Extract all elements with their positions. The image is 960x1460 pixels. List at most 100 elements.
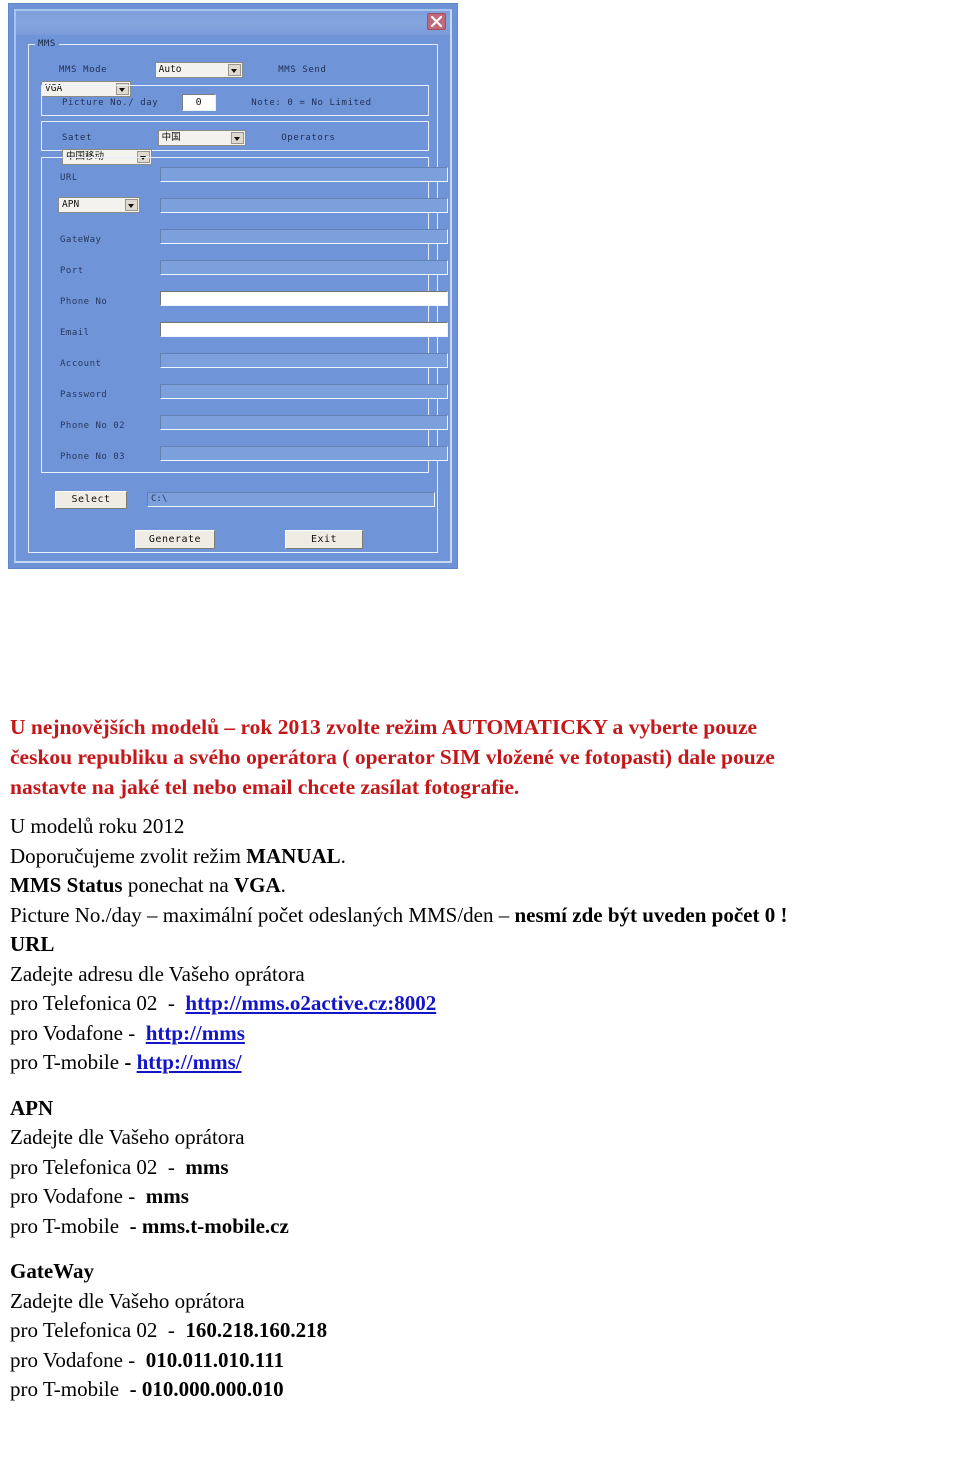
intro-line-1: U nejnovějších modelů – rok 2013 zvolte … [10,715,758,739]
phone-no-03-input[interactable] [160,446,448,461]
picture-no-label: Picture No./ day [62,97,159,108]
spacer-url-apn [10,1078,950,1094]
url-operator-tmobile: pro T-mobile [10,1050,120,1074]
apn-row-tmobile: pro T-mobile - mms.t-mobile.cz [10,1212,950,1242]
url-link-vodafone[interactable]: http://mms [146,1021,245,1045]
satet-value: 中国 [161,131,181,143]
chevron-down-icon[interactable] [227,63,241,76]
url-section-subtitle: Zadejte adresu dle Vašeho oprátora [10,961,305,986]
mms-config-dialog: MMS MMS Mode Auto MMS Send VGA Picture N… [14,9,452,563]
mms-status-bold: MMS Status [10,873,123,897]
operators-label: Operators [281,132,336,143]
picture-no-input[interactable]: 0 [181,94,216,111]
intro-line-3: nastavte na jaké tel nebo email chcete z… [10,775,520,799]
satet-label: Satet [62,132,93,143]
apn-operator-telefonica: pro Telefonica 02 [10,1154,158,1179]
intro-line-2: českou republiku a svého operátora ( ope… [10,745,775,769]
url-link-tmobile[interactable]: http://mms/ [137,1050,242,1074]
manual-bold: MANUAL [246,843,341,868]
apn-value-tmobile: mms.t-mobile.cz [141,1213,289,1238]
mms-groupbox: MMS MMS Mode Auto MMS Send VGA Picture N… [28,38,448,553]
url-operator-vodafone: pro Vodafone [10,1020,123,1045]
mms-mode-value: Auto [158,63,182,75]
apn-value-vodafone: mms [145,1184,189,1208]
dash: - [129,1213,137,1238]
apn-section-subtitle: Zadejte dle Vašeho oprátora [10,1125,245,1149]
models-2012-line-2: Doporučujeme zvolit režim MANUAL. [10,842,950,872]
document-body: U nejnovějších modelů – rok 2013 zvolte … [10,712,950,1405]
email-input[interactable] [160,322,448,337]
apn-select[interactable]: APN [58,197,140,213]
url-operator-telefonica: pro Telefonica 02 [10,991,158,1015]
apn-row-vodafone: pro Vodafone - mms [10,1182,950,1212]
mms-send-label: MMS Send [278,64,327,75]
account-input[interactable] [160,353,448,368]
email-label: Email [60,328,90,338]
path-input[interactable]: C:\ [147,492,435,507]
vga-bold: VGA [233,873,281,897]
url-input[interactable] [160,167,448,182]
apn-section-heading: APN [10,1095,54,1120]
apn-input[interactable] [160,198,448,213]
phone-no-02-label: Phone No 02 [60,421,126,431]
password-label: Password [60,390,108,400]
gateway-row-vodafone: pro Vodafone - 010.011.010.111 [10,1346,950,1376]
exit-button[interactable]: Exit [285,530,363,549]
url-row-tmobile: pro T-mobile - http://mms/ [10,1048,950,1078]
gateway-operator-tmobile: pro T-mobile [10,1377,120,1401]
dash: - [128,1347,136,1372]
models-2012-line-4: Picture No./day – maximální počet odesla… [10,901,950,931]
chevron-down-icon[interactable] [230,131,244,144]
apn-operator-vodafone: pro Vodafone [10,1184,123,1208]
apn-section: APN Zadejte dle Vašeho oprátora pro Tele… [10,1094,950,1242]
gateway-value-telefonica: 160.218.160.218 [185,1318,328,1342]
dash: - [124,1050,132,1074]
mms-mode-row: MMS Mode Auto MMS Send VGA [41,59,429,97]
phone-no-02-input[interactable] [160,415,448,430]
manual-suffix: . [340,843,346,868]
apn-row-telefonica: pro Telefonica 02 - mms [10,1153,950,1183]
picture-no-note: Note: 0 = No Limited [251,97,372,108]
apn-value-telefonica: mms [185,1154,229,1179]
gateway-row-telefonica: pro Telefonica 02 - 160.218.160.218 [10,1316,950,1346]
vga-suffix: . [280,873,286,897]
url-link-telefonica[interactable]: http://mms.o2active.cz:8002 [185,991,436,1015]
dash: - [167,1154,175,1179]
dash: - [128,1184,136,1208]
url-label: URL [60,173,78,183]
picture-day-prefix: Picture No./day – maximální počet odesla… [10,902,515,927]
url-section: URL Zadejte adresu dle Vašeho oprátora p… [10,930,950,1078]
gateway-value-vodafone: 010.011.010.111 [145,1347,284,1372]
gateway-operator-telefonica: pro Telefonica 02 [10,1318,158,1342]
dash: - [167,1318,175,1342]
gateway-label: GateWay [60,235,102,245]
mms-mode-select[interactable]: Auto [154,61,243,78]
port-input[interactable] [160,260,448,275]
close-icon[interactable] [427,13,446,30]
password-input[interactable] [160,384,448,399]
select-button[interactable]: Select [55,491,127,509]
url-row-telefonica: pro Telefonica 02 - http://mms.o2active.… [10,989,950,1019]
mms-group-label: MMS [35,38,59,50]
models-2012-paragraph: U modelů roku 2012 Doporučujeme zvolit r… [10,812,950,930]
models-2012-line-1: U modelů roku 2012 [10,814,185,838]
phone-no-input[interactable] [160,291,448,306]
gateway-section-heading: GateWay [10,1259,94,1283]
dash: - [129,1377,137,1401]
account-label: Account [60,359,102,369]
mms-mode-label: MMS Mode [59,64,108,75]
manual-prefix: Doporučujeme zvolit režim [10,843,247,868]
connection-fields-panel: URL APN GateWay Port Phone No Email Acco… [41,157,448,473]
apn-select-value: APN [62,199,80,210]
gateway-section-subtitle: Zadejte dle Vašeho oprátora [10,1288,245,1313]
chevron-down-icon[interactable] [125,199,138,211]
gateway-section: GateWay Zadejte dle Vašeho oprátora pro … [10,1257,950,1405]
mms-config-screenshot: MMS MMS Mode Auto MMS Send VGA Picture N… [8,3,458,569]
generate-button[interactable]: Generate [135,530,215,549]
intro-paragraph-red: U nejnovějších modelů – rok 2013 zvolte … [10,712,950,802]
gateway-operator-vodafone: pro Vodafone [10,1347,123,1372]
satet-select[interactable]: 中国 [157,129,246,146]
dialog-titlebar [16,11,450,35]
gateway-value-tmobile: 010.000.000.010 [141,1377,284,1401]
gateway-input[interactable] [160,229,448,244]
